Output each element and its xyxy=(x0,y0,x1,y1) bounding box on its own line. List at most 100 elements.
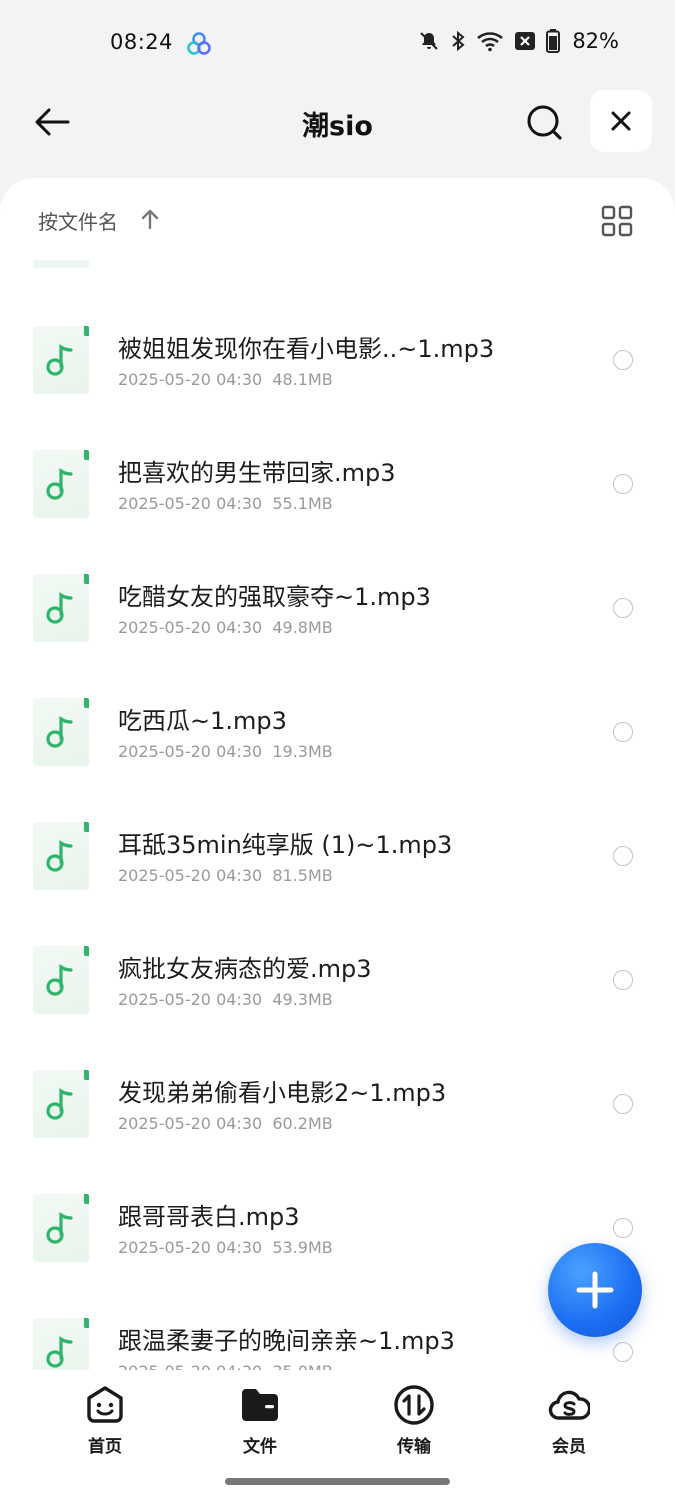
audio-file-icon xyxy=(33,698,89,766)
mute-icon xyxy=(418,30,440,52)
close-icon xyxy=(611,111,631,131)
sort-bar: 按文件名 xyxy=(0,178,675,260)
select-checkbox[interactable] xyxy=(613,474,633,494)
search-button[interactable] xyxy=(522,100,568,146)
add-button[interactable] xyxy=(548,1243,642,1337)
file-name: 疯批女友病态的爱.mp3 xyxy=(118,955,372,983)
top-app-bar: 潮sio xyxy=(0,86,675,178)
file-meta: 2025-05-20 04:30 55.1MB xyxy=(118,494,333,513)
file-size: 60.2MB xyxy=(272,1114,333,1133)
select-checkbox[interactable] xyxy=(613,970,633,990)
list-item-partial[interactable] xyxy=(0,260,675,270)
file-meta: 2025-05-20 04:30 19.3MB xyxy=(118,742,333,761)
select-checkbox[interactable] xyxy=(613,846,633,866)
home-face-icon xyxy=(84,1384,126,1426)
select-checkbox[interactable] xyxy=(613,350,633,370)
grid-view-icon xyxy=(601,205,633,237)
file-size: 35.0MB xyxy=(272,1362,332,1370)
file-row[interactable]: 吃西瓜~1.mp3 2025-05-20 04:30 19.3MB xyxy=(0,698,675,822)
file-meta: 2025-05-20 04:30 60.2MB xyxy=(118,1114,333,1133)
file-name: 吃醋女友的强取豪夺~1.mp3 xyxy=(118,583,431,611)
search-icon xyxy=(527,105,562,140)
nav-home-label: 首页 xyxy=(88,1437,122,1457)
close-button[interactable] xyxy=(590,90,652,152)
file-date: 2025-05-20 04:30 xyxy=(118,1238,263,1257)
file-row[interactable]: 吃醋女友的强取豪夺~1.mp3 2025-05-20 04:30 49.8MB xyxy=(0,574,675,698)
battery-icon xyxy=(546,29,561,53)
file-name: 发现弟弟偷看小电影2~1.mp3 xyxy=(118,1079,447,1107)
audio-file-icon xyxy=(33,260,89,268)
file-size: 49.8MB xyxy=(272,618,333,637)
nav-home[interactable]: 首页 xyxy=(60,1384,150,1457)
nav-transfer[interactable]: 传输 xyxy=(369,1384,459,1457)
status-time: 08:24 xyxy=(110,30,174,54)
file-row[interactable]: 把喜欢的男生带回家.mp3 2025-05-20 04:30 55.1MB xyxy=(0,450,675,574)
transfer-icon xyxy=(393,1384,435,1426)
page-title: 潮sio xyxy=(302,111,373,142)
file-meta: 2025-05-20 04:30 81.5MB xyxy=(118,866,333,885)
file-date: 2025-05-20 04:30 xyxy=(118,494,263,513)
member-cloud-icon xyxy=(548,1384,592,1426)
file-date: 2025-05-20 04:30 xyxy=(118,990,263,1009)
audio-file-icon xyxy=(33,1194,89,1262)
bottom-navigation: 首页 文件 传输 会员 xyxy=(0,1370,675,1500)
nav-transfer-label: 传输 xyxy=(397,1437,431,1457)
status-bar: 08:24 82% xyxy=(0,0,675,86)
nav-files[interactable]: 文件 xyxy=(215,1384,305,1457)
select-checkbox[interactable] xyxy=(613,1342,633,1362)
audio-file-icon xyxy=(33,1318,89,1370)
file-size: 55.1MB xyxy=(272,494,333,513)
file-meta: 2025-05-20 04:30 49.8MB xyxy=(118,618,333,637)
plus-icon xyxy=(576,1271,614,1309)
audio-file-icon xyxy=(33,326,89,394)
app-notification-icon xyxy=(186,31,212,57)
file-size: 53.9MB xyxy=(272,1238,333,1257)
file-row[interactable]: 被姐姐发现你在看小电影..~1.mp3 2025-05-20 04:30 48.… xyxy=(0,326,675,450)
file-name: 被姐姐发现你在看小电影..~1.mp3 xyxy=(118,335,495,363)
sort-by-name-button[interactable]: 按文件名 xyxy=(38,206,118,235)
audio-file-icon xyxy=(33,946,89,1014)
file-size: 49.3MB xyxy=(272,990,333,1009)
audio-file-icon xyxy=(33,822,89,890)
file-meta: 2025-05-20 04:30 49.3MB xyxy=(118,990,333,1009)
file-size: 19.3MB xyxy=(272,742,333,761)
file-name: 跟温柔妻子的晚间亲亲~1.mp3 xyxy=(118,1327,455,1355)
file-meta: 2025-05-20 04:30 35.0MB xyxy=(118,1362,333,1370)
wifi-icon xyxy=(476,30,504,52)
select-checkbox[interactable] xyxy=(613,722,633,742)
file-date: 2025-05-20 04:30 xyxy=(118,742,263,761)
file-row[interactable]: 发现弟弟偷看小电影2~1.mp3 2025-05-20 04:30 60.2MB xyxy=(0,1070,675,1194)
bluetooth-icon xyxy=(450,30,466,52)
folder-icon xyxy=(239,1384,281,1426)
file-date: 2025-05-20 04:30 xyxy=(118,1114,263,1133)
file-date: 2025-05-20 04:30 xyxy=(118,866,263,885)
file-date: 2025-05-20 04:30 xyxy=(118,370,263,389)
sort-ascending-icon[interactable] xyxy=(140,208,160,234)
file-size: 81.5MB xyxy=(272,866,333,885)
file-row[interactable]: 疯批女友病态的爱.mp3 2025-05-20 04:30 49.3MB xyxy=(0,946,675,1070)
file-date: 2025-05-20 04:30 xyxy=(118,1362,262,1370)
nav-files-label: 文件 xyxy=(243,1437,277,1457)
file-date: 2025-05-20 04:30 xyxy=(118,618,263,637)
file-list: 被姐姐发现你在看小电影..~1.mp3 2025-05-20 04:30 48.… xyxy=(0,260,675,1370)
select-checkbox[interactable] xyxy=(613,598,633,618)
nav-member-label: 会员 xyxy=(552,1437,586,1457)
file-meta: 2025-05-20 04:30 53.9MB xyxy=(118,1238,333,1257)
file-size: 48.1MB xyxy=(272,370,333,389)
select-checkbox[interactable] xyxy=(613,1218,633,1238)
file-name: 吃西瓜~1.mp3 xyxy=(118,707,287,735)
audio-file-icon xyxy=(33,1070,89,1138)
battery-level: 82% xyxy=(572,29,619,53)
nav-member[interactable]: 会员 xyxy=(524,1384,614,1457)
audio-file-icon xyxy=(33,450,89,518)
file-meta: 2025-05-20 04:30 48.1MB xyxy=(118,370,333,389)
file-name: 耳舐35min纯享版 (1)~1.mp3 xyxy=(118,831,453,859)
select-checkbox[interactable] xyxy=(613,1094,633,1114)
no-sim-icon xyxy=(514,31,536,51)
file-row[interactable]: 耳舐35min纯享版 (1)~1.mp3 2025-05-20 04:30 81… xyxy=(0,822,675,946)
grid-view-toggle[interactable] xyxy=(600,204,634,238)
file-name: 把喜欢的男生带回家.mp3 xyxy=(118,459,396,487)
file-name: 跟哥哥表白.mp3 xyxy=(118,1203,300,1231)
home-indicator[interactable] xyxy=(225,1478,450,1485)
audio-file-icon xyxy=(33,574,89,642)
